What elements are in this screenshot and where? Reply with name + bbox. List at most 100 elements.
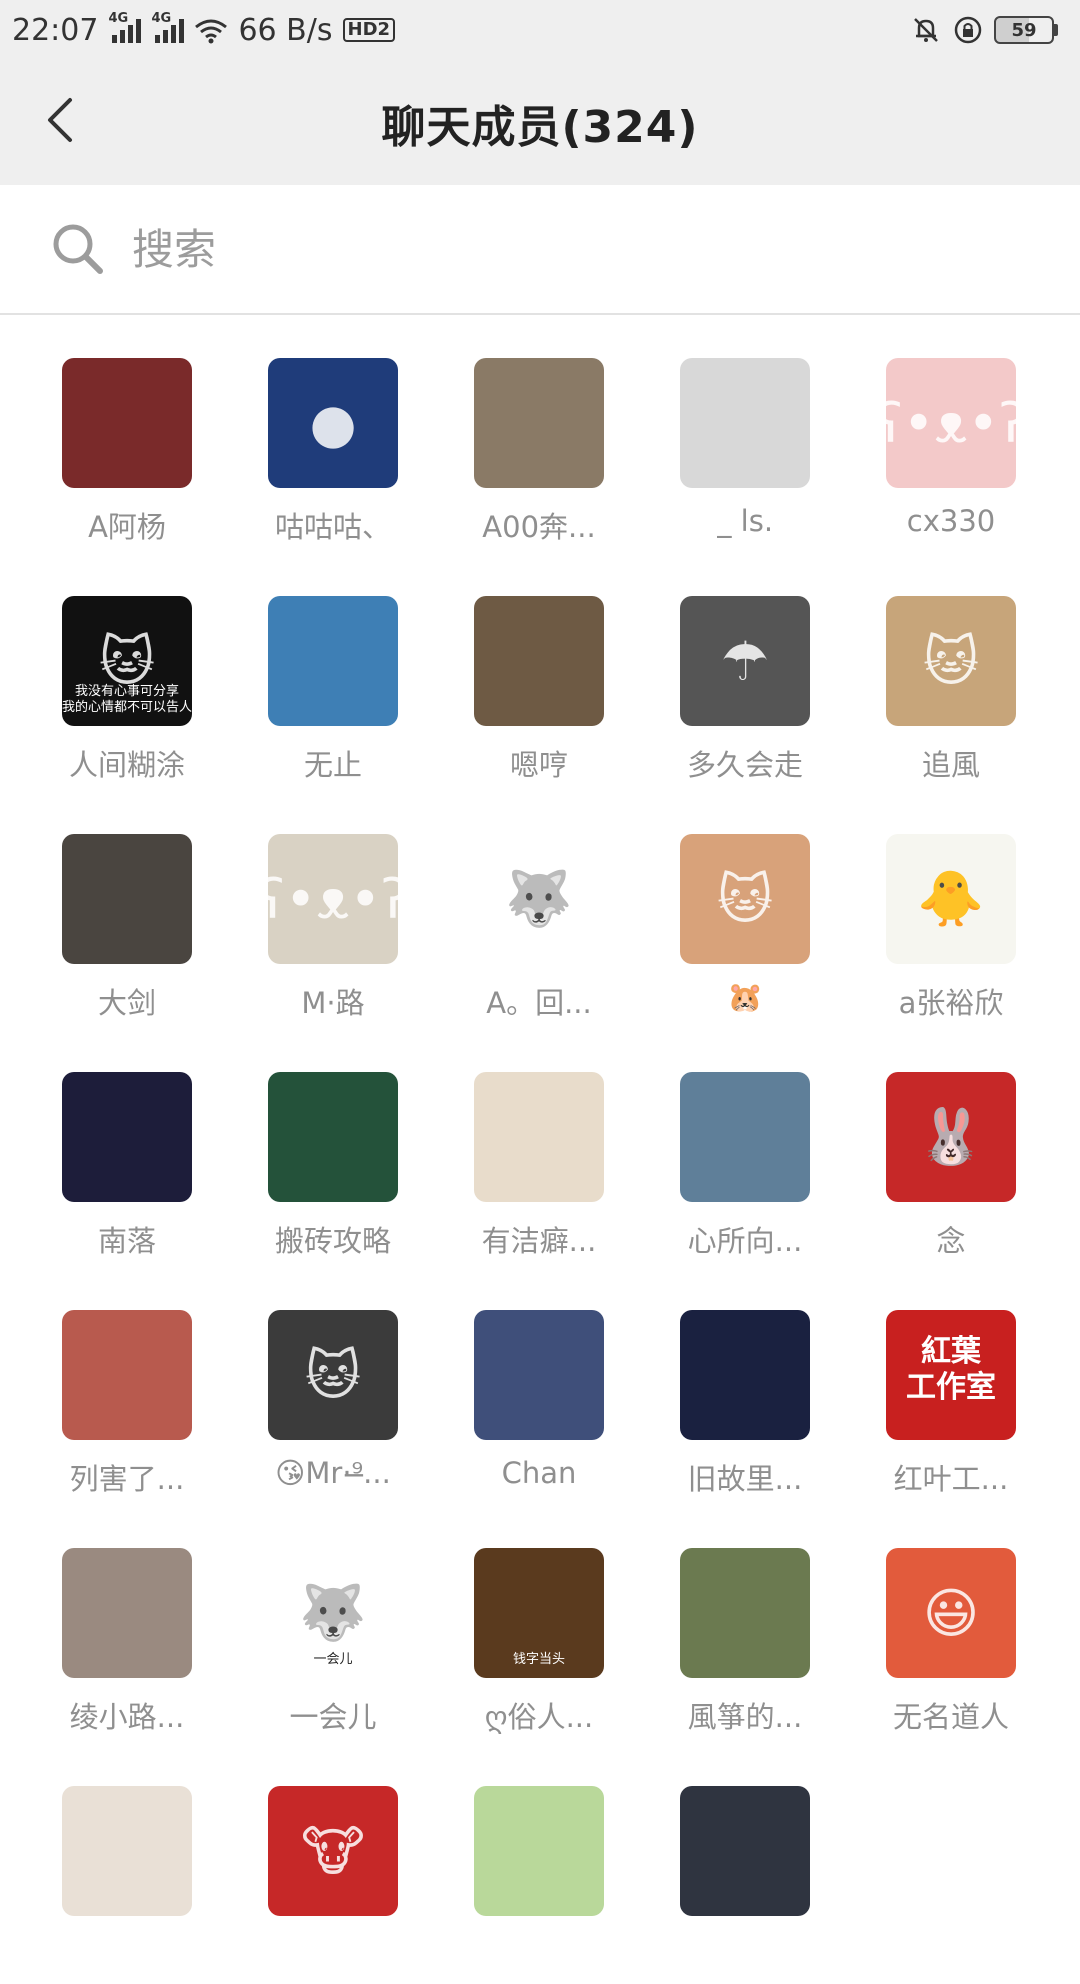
member-avatar[interactable] <box>680 1310 810 1440</box>
avatar-text: 我没有心事可分享 我的心情都不可以告人 <box>62 684 192 715</box>
member-item[interactable]: 🐱 我没有心事可分享 我的心情都不可以告人 人间糊涂 <box>24 556 230 794</box>
member-avatar[interactable]: 紅葉 工作室 <box>886 1310 1016 1440</box>
member-avatar[interactable]: ● <box>268 358 398 488</box>
member-name: 绫小路... <box>69 1700 185 1734</box>
member-item[interactable] <box>848 1746 1054 1984</box>
member-avatar[interactable] <box>62 1548 192 1678</box>
member-item[interactable]: 風箏的... <box>642 1508 848 1746</box>
member-avatar[interactable] <box>268 596 398 726</box>
member-avatar[interactable] <box>268 1072 398 1202</box>
member-avatar[interactable] <box>62 834 192 964</box>
member-item[interactable]: 😃 无名道人 <box>848 1508 1054 1746</box>
member-avatar[interactable] <box>886 1786 1016 1916</box>
member-name: 嗯哼 <box>509 748 568 782</box>
member-name: 列害了... <box>69 1462 185 1496</box>
member-name: 一会儿 <box>289 1700 377 1734</box>
member-item[interactable]: 🐱 😘Mr·⁹̶... <box>230 1270 436 1508</box>
network-speed: 66 B/s <box>238 12 333 48</box>
member-item[interactable]: 嗯哼 <box>436 556 642 794</box>
member-item[interactable]: 🐱 追風 <box>848 556 1054 794</box>
member-avatar[interactable] <box>62 1786 192 1916</box>
member-item[interactable] <box>24 1746 230 1984</box>
member-avatar[interactable] <box>474 1072 604 1202</box>
avatar-image: 🐺 <box>505 867 573 930</box>
member-name: 風箏的... <box>687 1700 803 1734</box>
signal-icon: 4G <box>151 11 185 43</box>
member-avatar[interactable]: 😃 <box>886 1548 1016 1678</box>
member-item[interactable]: 🐥 a张裕欣 <box>848 794 1054 1032</box>
member-avatar[interactable]: 🐱 <box>268 1310 398 1440</box>
member-avatar[interactable]: ʕ•ᴥ•ʔ <box>268 834 398 964</box>
member-item[interactable]: 🐺 一会儿 一会儿 <box>230 1508 436 1746</box>
member-item[interactable]: 无止 <box>230 556 436 794</box>
avatar-image: 🐮 <box>301 1819 365 1883</box>
member-item[interactable]: 列害了... <box>24 1270 230 1508</box>
member-avatar[interactable] <box>474 358 604 488</box>
member-avatar[interactable]: 🐮 <box>268 1786 398 1916</box>
member-name: 多久会走 <box>686 748 803 782</box>
avatar-image: ● <box>309 391 357 455</box>
member-avatar[interactable] <box>680 358 810 488</box>
member-avatar[interactable] <box>474 596 604 726</box>
member-avatar[interactable]: 🐰 <box>886 1072 1016 1202</box>
member-item[interactable]: 🐱 🐹 <box>642 794 848 1032</box>
mute-bell-icon <box>910 14 942 46</box>
member-item[interactable]: 心所向... <box>642 1032 848 1270</box>
member-item[interactable]: 大剑 <box>24 794 230 1032</box>
member-name: cx330 <box>906 504 996 538</box>
member-name: A阿杨 <box>88 510 166 544</box>
member-name: a张裕欣 <box>898 986 1004 1020</box>
member-item[interactable]: ● 咕咕咕、 <box>230 318 436 556</box>
avatar-image: ʕ•ᴥ•ʔ <box>268 867 398 931</box>
member-item[interactable]: 绫小路... <box>24 1508 230 1746</box>
member-avatar[interactable]: 钱字当头 <box>474 1548 604 1678</box>
member-item[interactable]: 有洁癖... <box>436 1032 642 1270</box>
member-avatar[interactable]: 🐺 一会儿 <box>268 1548 398 1678</box>
member-item[interactable]: _ ls. <box>642 318 848 556</box>
member-avatar[interactable]: 🐱 <box>886 596 1016 726</box>
member-item[interactable]: A阿杨 <box>24 318 230 556</box>
member-avatar[interactable] <box>680 1786 810 1916</box>
member-item[interactable]: 旧故里... <box>642 1270 848 1508</box>
member-avatar[interactable] <box>62 1310 192 1440</box>
search-bar[interactable] <box>0 185 1080 315</box>
member-item[interactable]: A00奔... <box>436 318 642 556</box>
avatar-text: 一会儿 <box>313 1652 353 1667</box>
member-avatar[interactable] <box>680 1072 810 1202</box>
member-item[interactable]: 🐮 <box>230 1746 436 1984</box>
member-avatar[interactable]: ʕ•ᴥ•ʔ <box>886 358 1016 488</box>
member-item[interactable]: 紅葉 工作室红叶工... <box>848 1270 1054 1508</box>
avatar-image: 🐥 <box>917 867 985 930</box>
member-item[interactable]: Chan <box>436 1270 642 1508</box>
member-avatar[interactable]: 🐥 <box>886 834 1016 964</box>
member-name: _ ls. <box>716 504 774 538</box>
member-item[interactable]: 南落 <box>24 1032 230 1270</box>
member-item[interactable]: 🐺 A。回... <box>436 794 642 1032</box>
member-item[interactable]: ʕ•ᴥ•ʔ M·路 <box>230 794 436 1032</box>
member-avatar[interactable] <box>680 1548 810 1678</box>
member-item[interactable]: ʕ•ᴥ•ʔ cx330 <box>848 318 1054 556</box>
member-avatar[interactable] <box>474 1310 604 1440</box>
member-avatar[interactable] <box>62 358 192 488</box>
member-name: 红叶工... <box>893 1462 1009 1496</box>
member-item[interactable]: 🐰 念 <box>848 1032 1054 1270</box>
member-item[interactable] <box>642 1746 848 1984</box>
member-avatar[interactable]: 🐱 <box>680 834 810 964</box>
member-name: 🐹 <box>726 980 764 1014</box>
member-item[interactable]: ☂ 多久会走 <box>642 556 848 794</box>
status-bar: 22:07 4G 4G 66 B/s HD2 59 <box>0 0 1080 60</box>
member-avatar[interactable] <box>62 1072 192 1202</box>
member-item[interactable]: 搬砖攻略 <box>230 1032 436 1270</box>
member-item[interactable]: 钱字当头 ღ俗人... <box>436 1508 642 1746</box>
member-grid: A阿杨 ● 咕咕咕、 A00奔... _ ls. ʕ•ᴥ•ʔ cx330 🐱 我没有心事可分享 … <box>24 318 1054 1984</box>
member-name: 念 <box>936 1224 966 1258</box>
member-avatar[interactable] <box>474 1786 604 1916</box>
page-title: 聊天成员(324) <box>381 101 699 153</box>
member-name: 😘Mr·⁹̶... <box>275 1456 391 1490</box>
member-avatar[interactable]: 🐱 我没有心事可分享 我的心情都不可以告人 <box>62 596 192 726</box>
member-avatar[interactable]: 🐺 <box>474 834 604 964</box>
avatar-image: 🐱 <box>922 629 980 693</box>
search-input[interactable] <box>130 223 934 275</box>
member-avatar[interactable]: ☂ <box>680 596 810 726</box>
member-item[interactable] <box>436 1746 642 1984</box>
